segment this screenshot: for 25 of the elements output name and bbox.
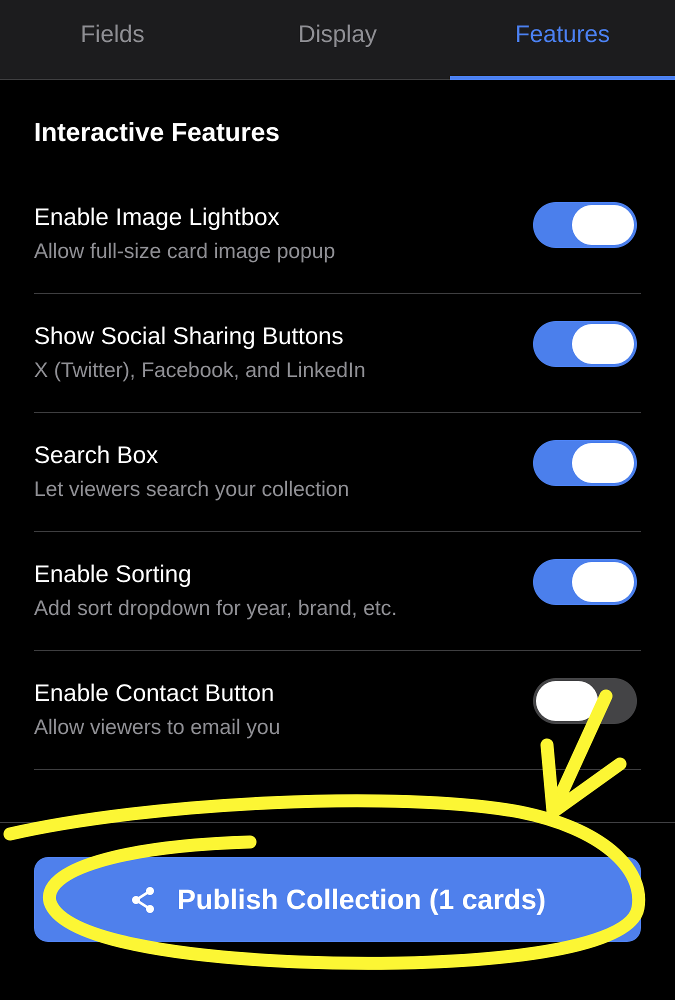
tab[interactable]: Display: [225, 0, 450, 80]
setting-title: Enable Sorting: [34, 560, 192, 590]
toggle-switch[interactable]: [533, 678, 637, 724]
setting-description: Allow full-size card image popup: [34, 239, 336, 265]
toggle-knob: [572, 205, 634, 245]
tab[interactable]: Features: [450, 0, 675, 80]
toggle-knob: [572, 443, 634, 483]
setting-title: Show Social Sharing Buttons: [34, 322, 345, 352]
setting-title: Search Box: [34, 441, 160, 471]
publish-button[interactable]: Publish Collection (1 cards): [34, 857, 641, 942]
toggle-switch[interactable]: [533, 440, 637, 486]
setting-description: Add sort dropdown for year, brand, etc.: [34, 596, 398, 622]
toggle-switch[interactable]: [533, 202, 637, 248]
setting-title: Enable Image Lightbox: [34, 203, 281, 233]
toggle-switch[interactable]: [533, 321, 637, 367]
toggle-switch[interactable]: [533, 559, 637, 605]
setting-description: Let viewers search your collection: [34, 477, 350, 503]
toggle-knob: [572, 562, 634, 602]
toggle-knob: [572, 324, 634, 364]
toggle-knob: [536, 681, 598, 721]
setting-description: X (Twitter), Facebook, and LinkedIn: [34, 358, 366, 384]
setting-title: Enable Contact Button: [34, 679, 276, 709]
tab[interactable]: Fields: [0, 0, 225, 80]
section-title: Interactive Features: [34, 116, 281, 148]
setting-description: Allow viewers to email you: [34, 715, 280, 741]
